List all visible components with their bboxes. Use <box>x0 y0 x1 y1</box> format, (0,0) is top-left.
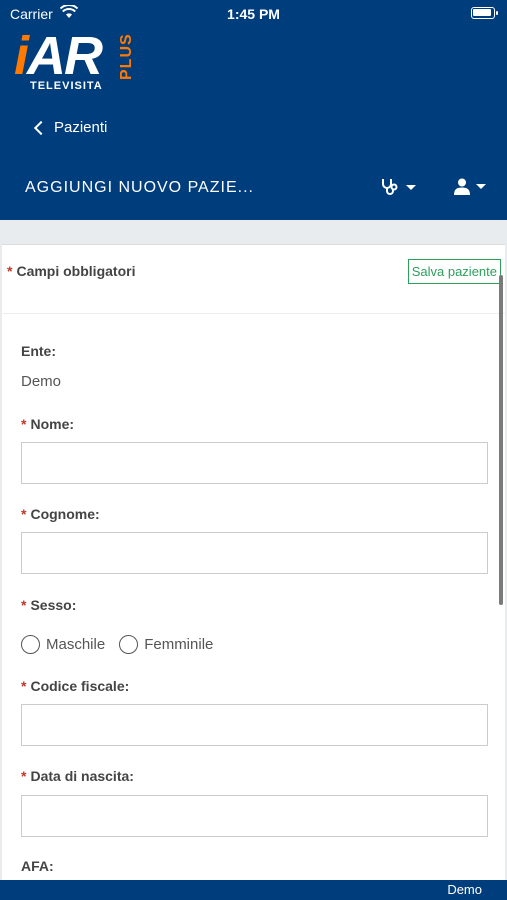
sesso-radio-group: Maschile Femminile <box>21 635 227 654</box>
divider <box>2 313 505 314</box>
sesso-label: * Sesso: <box>21 597 77 613</box>
ente-value: Demo <box>21 373 62 390</box>
back-link-label: Pazienti <box>54 119 108 136</box>
chevron-left-icon <box>33 120 49 135</box>
scrollbar[interactable] <box>499 275 503 605</box>
app-header: Carrier 1:45 PM iAR PLUS TELEVISITA Pazi… <box>0 0 507 220</box>
cognome-label: * Cognome: <box>21 506 100 522</box>
clock: 1:45 PM <box>227 6 280 22</box>
caret-down-icon <box>476 184 486 189</box>
logo-subtitle: TELEVISITA <box>30 80 103 92</box>
app-logo: iAR PLUS TELEVISITA <box>14 26 135 92</box>
status-bar: Carrier 1:45 PM <box>0 0 507 28</box>
user-icon <box>454 178 470 195</box>
data-nascita-field[interactable] <box>21 795 488 837</box>
caret-down-icon <box>406 184 416 190</box>
save-patient-button[interactable]: Salva paziente <box>407 259 501 284</box>
cognome-field[interactable] <box>21 532 488 574</box>
stethoscope-icon <box>382 179 398 195</box>
battery-icon <box>471 7 498 19</box>
doctor-menu-button[interactable] <box>380 178 416 196</box>
footer-text: Demo <box>447 882 482 897</box>
radio-circle-icon <box>21 635 40 654</box>
radio-circle-icon <box>119 635 139 654</box>
nome-field[interactable] <box>21 442 488 484</box>
radio-maschile[interactable]: Maschile <box>21 635 105 654</box>
page-title: AGGIUNGI NUOVO PAZIE... <box>25 179 254 196</box>
user-menu-button[interactable] <box>454 178 486 195</box>
codice-fiscale-field[interactable] <box>21 704 488 746</box>
afa-label: AFA: <box>21 858 54 874</box>
footer-bar: Demo <box>0 880 507 900</box>
back-to-patients-link[interactable]: Pazienti <box>33 119 108 136</box>
data-nascita-label: * Data di nascita: <box>21 768 134 784</box>
radio-femminile[interactable]: Femminile <box>119 635 213 654</box>
required-fields-note: * Campi obbligatori <box>7 263 136 279</box>
codice-fiscale-label: * Codice fiscale: <box>21 678 130 694</box>
nome-label: * Nome: <box>21 416 75 432</box>
ente-label: Ente: <box>21 343 56 359</box>
new-patient-form: * Campi obbligatori Salva paziente Ente: … <box>2 244 505 880</box>
